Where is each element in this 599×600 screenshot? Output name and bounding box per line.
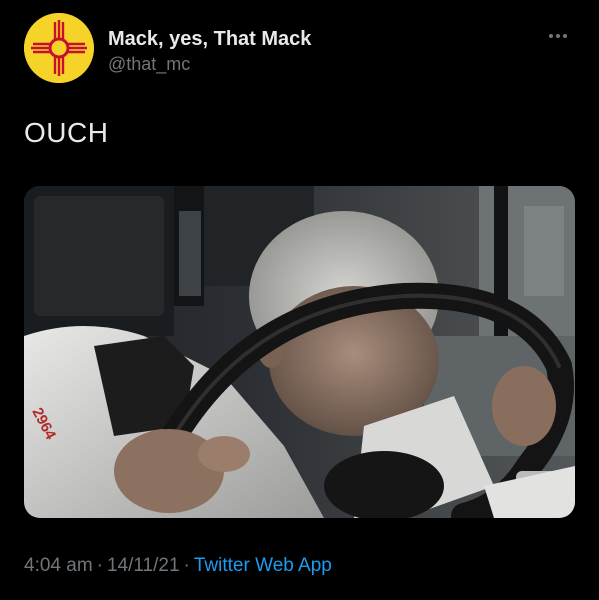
- meta-separator: ·: [96, 555, 103, 576]
- tweet-source-link[interactable]: Twitter Web App: [194, 555, 332, 576]
- bus-driver-photo: 2964: [24, 186, 575, 518]
- more-options-button[interactable]: [543, 26, 573, 46]
- user-handle[interactable]: @that_mc: [108, 54, 190, 75]
- display-name[interactable]: Mack, yes, That Mack: [108, 28, 311, 51]
- tweet: Mack, yes, That Mack @that_mc OUCH 2964 …: [0, 0, 599, 600]
- more-horizontal-icon: [549, 34, 567, 38]
- tweet-time[interactable]: 4:04 am: [24, 555, 93, 576]
- avatar[interactable]: [24, 13, 94, 83]
- meta-separator: ·: [183, 555, 190, 576]
- tweet-date[interactable]: 14/11/21: [107, 555, 180, 576]
- tweet-media-image[interactable]: 2964: [24, 186, 575, 518]
- tweet-meta: 4:04 am · 14/11/21 · Twitter Web App: [24, 555, 332, 577]
- tweet-text: OUCH: [24, 117, 109, 148]
- zia-sun-symbol-icon: [24, 13, 94, 83]
